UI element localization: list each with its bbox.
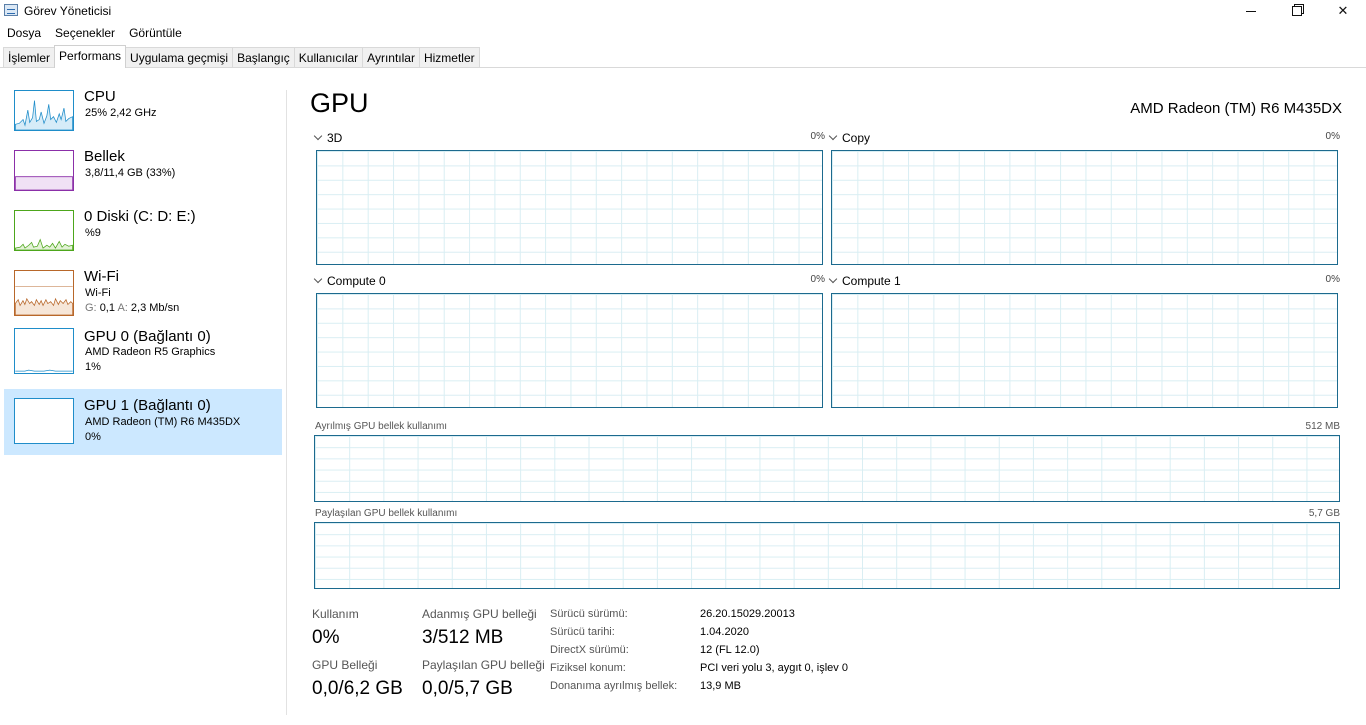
maximize-button[interactable]: [1274, 0, 1320, 22]
sidebar-item-throughput: G: 0,1 A: 2,3 Mb/sn: [85, 302, 180, 314]
dedicated-gpu-memory-label: Adanmış GPU belleği: [422, 607, 537, 621]
cpu-thumbnail-graph: [14, 90, 74, 131]
hardware-reserved-memory-value: 13,9 MB: [700, 680, 741, 692]
sidebar-item-detail: Wi-Fi: [85, 287, 111, 299]
menu-options[interactable]: Seçenekler: [48, 23, 122, 43]
sidebar-item-detail: AMD Radeon (TM) R6 M435DX: [85, 416, 241, 428]
tab-details[interactable]: Ayrıntılar: [362, 47, 420, 68]
sidebar-item-wifi[interactable]: Wi-Fi Wi-Fi G: 0,1 A: 2,3 Mb/sn: [4, 263, 282, 323]
usage-value: 0%: [312, 627, 340, 648]
restore-icon: [1292, 6, 1302, 16]
disk-thumbnail-graph: [14, 210, 74, 251]
panel-divider: [286, 90, 287, 715]
gpu0-thumbnail-graph: [14, 328, 74, 374]
gpu1-thumbnail-graph: [14, 398, 74, 444]
tab-users[interactable]: Kullanıcılar: [293, 47, 364, 68]
engine-graph-compute1: [831, 293, 1338, 408]
window-title: Görev Yöneticisi: [24, 4, 112, 18]
chevron-down-icon: [828, 274, 838, 284]
sidebar-item-cpu[interactable]: CPU 25% 2,42 GHz: [4, 83, 282, 143]
sidebar-item-label: Wi-Fi: [84, 268, 119, 285]
menu-view[interactable]: Görüntüle: [122, 23, 189, 43]
sidebar-item-label: CPU: [84, 88, 116, 105]
shared-memory-label: Paylaşılan GPU bellek kullanımı: [315, 508, 458, 519]
driver-version-label: Sürücü sürümü:: [550, 608, 628, 620]
dedicated-memory-max: 512 MB: [1305, 421, 1340, 432]
sidebar-item-gpu1[interactable]: GPU 1 (Bağlantı 0) AMD Radeon (TM) R6 M4…: [4, 389, 282, 455]
physical-location-label: Fiziksel konum:: [550, 662, 626, 674]
sidebar-item-detail: 25% 2,42 GHz: [85, 107, 157, 119]
chevron-down-icon: [313, 274, 323, 284]
sidebar-item-usage: 0%: [85, 431, 101, 443]
shared-gpu-memory-label: Paylaşılan GPU belleği: [422, 658, 545, 672]
close-icon: ✕: [1337, 3, 1349, 18]
tab-services[interactable]: Hizmetler: [418, 47, 480, 68]
shared-memory-graph: [314, 522, 1340, 589]
shared-memory-max: 5,7 GB: [1308, 508, 1340, 519]
tab-startup[interactable]: Başlangıç: [232, 47, 295, 68]
sidebar-item-usage: 1%: [85, 361, 101, 373]
dedicated-memory-graph: [314, 435, 1340, 502]
sidebar-item-detail: 3,8/11,4 GB (33%): [85, 167, 176, 179]
sidebar-item-label: Bellek: [84, 148, 125, 165]
menu-bar: Dosya Seçenekler Görüntüle: [0, 23, 1366, 43]
minimize-button[interactable]: [1228, 0, 1274, 22]
physical-location-value: PCI veri yolu 3, aygıt 0, işlev 0: [700, 662, 848, 674]
sidebar-item-detail: AMD Radeon R5 Graphics: [85, 346, 216, 358]
tab-processes[interactable]: İşlemler: [3, 47, 56, 68]
chevron-down-icon: [313, 131, 323, 141]
engine-graph-3d: [316, 150, 823, 265]
chevron-down-icon: [828, 131, 838, 141]
engine-pct-compute1: 0%: [1325, 274, 1340, 285]
sidebar-item-memory[interactable]: Bellek 3,8/11,4 GB (33%): [4, 143, 282, 203]
directx-version-label: DirectX sürümü:: [550, 644, 629, 656]
sidebar-item-gpu0[interactable]: GPU 0 (Bağlantı 0) AMD Radeon R5 Graphic…: [4, 323, 282, 389]
engine-pct-compute0: 0%: [810, 274, 825, 285]
gpu-memory-label: GPU Belleği: [312, 658, 378, 672]
close-button[interactable]: ✕: [1320, 0, 1366, 22]
wifi-thumbnail-graph: [14, 270, 74, 316]
engine-graph-compute0: [316, 293, 823, 408]
minimize-icon: [1246, 10, 1256, 12]
sidebar-item-disk[interactable]: 0 Diski (C: D: E:) %9: [4, 203, 282, 263]
engine-selector-compute1[interactable]: Compute 1: [828, 274, 901, 288]
engine-selector-compute0[interactable]: Compute 0: [313, 274, 386, 288]
tab-divider: [0, 67, 1366, 68]
tab-app-history[interactable]: Uygulama geçmişi: [125, 47, 234, 68]
dedicated-gpu-memory-value: 3/512 MB: [422, 627, 504, 648]
hardware-reserved-memory-label: Donanıma ayrılmış bellek:: [550, 680, 678, 692]
directx-version-value: 12 (FL 12.0): [700, 644, 760, 656]
engine-pct-copy: 0%: [1325, 131, 1340, 142]
gpu-model-name: AMD Radeon (TM) R6 M435DX: [1130, 100, 1342, 117]
dedicated-memory-label: Ayrılmış GPU bellek kullanımı: [315, 421, 448, 432]
memory-thumbnail-graph: [14, 150, 74, 191]
task-manager-icon: [4, 4, 18, 16]
page-title: GPU: [310, 88, 369, 118]
shared-gpu-memory-value: 0,0/5,7 GB: [422, 678, 513, 699]
engine-selector-copy[interactable]: Copy: [828, 131, 870, 145]
usage-label: Kullanım: [312, 607, 359, 621]
tab-performance[interactable]: Performans: [54, 45, 127, 68]
engine-selector-3d[interactable]: 3D: [313, 131, 342, 145]
sidebar-item-detail: %9: [85, 227, 101, 239]
title-bar: Görev Yöneticisi ✕: [0, 0, 1366, 22]
sidebar-item-label: GPU 1 (Bağlantı 0): [84, 397, 211, 414]
driver-version-value: 26.20.15029.20013: [700, 608, 795, 620]
resource-sidebar: CPU 25% 2,42 GHz Bellek 3,8/11,4 GB (33%…: [4, 83, 282, 455]
engine-pct-3d: 0%: [810, 131, 825, 142]
menu-file[interactable]: Dosya: [0, 23, 48, 43]
sidebar-item-label: 0 Diski (C: D: E:): [84, 208, 196, 225]
driver-date-value: 1.04.2020: [700, 626, 749, 638]
driver-date-label: Sürücü tarihi:: [550, 626, 615, 638]
tab-bar: İşlemler Performans Uygulama geçmişi Baş…: [3, 45, 480, 68]
gpu-memory-value: 0,0/6,2 GB: [312, 678, 403, 699]
engine-graph-copy: [831, 150, 1338, 265]
sidebar-item-label: GPU 0 (Bağlantı 0): [84, 328, 211, 345]
